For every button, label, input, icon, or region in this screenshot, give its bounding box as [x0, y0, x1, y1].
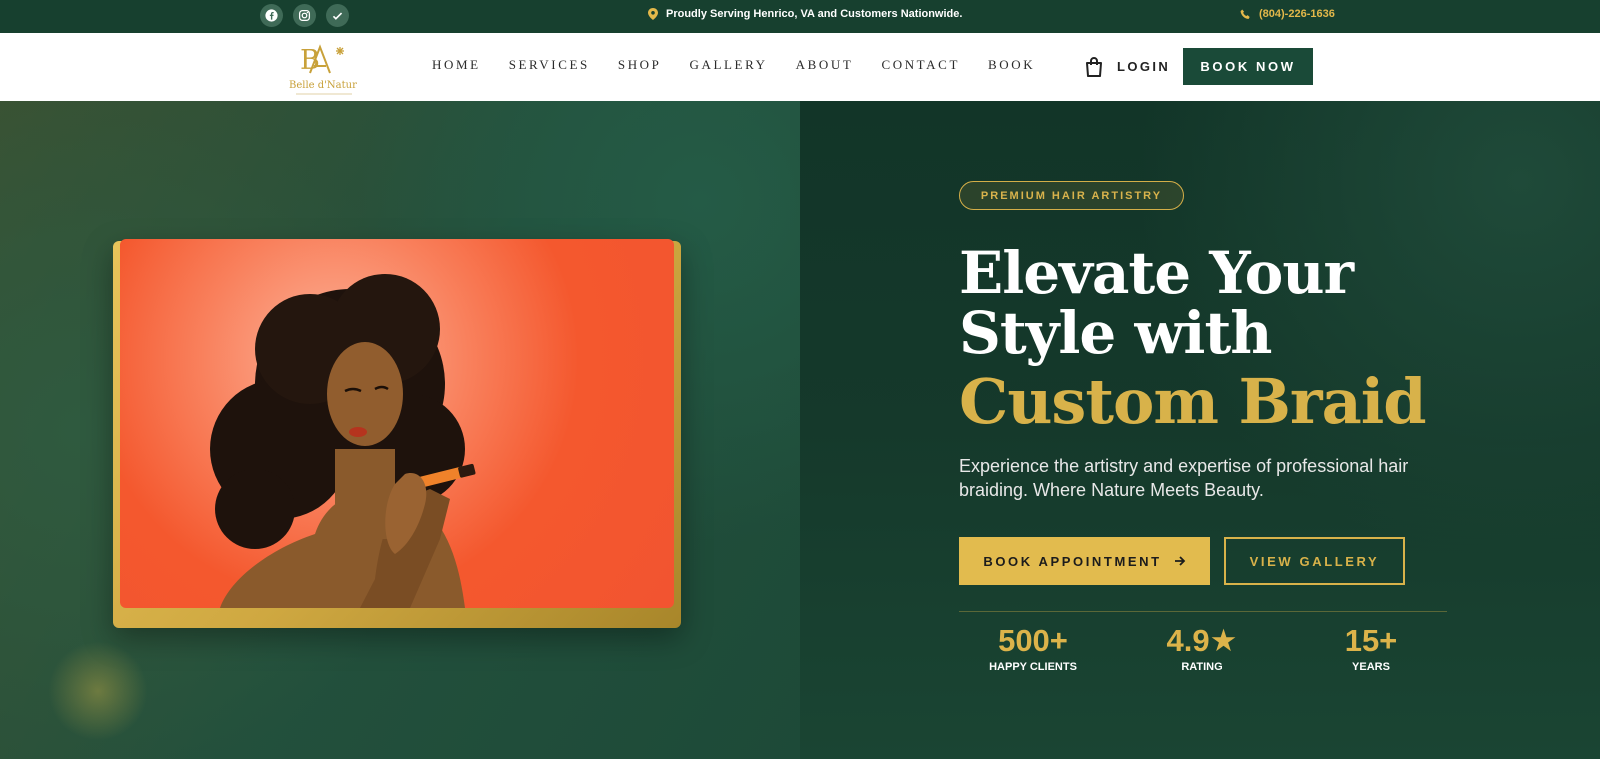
nav-book[interactable]: BOOK — [988, 57, 1035, 73]
shopping-bag-icon[interactable] — [1083, 56, 1105, 78]
main-navigation: B Belle d'Natur HOME SERVICES SHOP GALLE… — [0, 33, 1600, 101]
stat-label: HAPPY CLIENTS — [989, 661, 1077, 673]
booking-link-icon[interactable] — [326, 4, 349, 27]
stat-happy-clients: 500+ HAPPY CLIENTS — [973, 623, 1093, 673]
login-link[interactable]: LOGIN — [1117, 59, 1170, 74]
stat-years: 15+ YEARS — [1311, 623, 1431, 673]
hero-section: PREMIUM HAIR ARTISTRY Elevate Your Style… — [0, 101, 1600, 759]
location-info: Proudly Serving Henrico, VA and Customer… — [648, 8, 962, 20]
stat-value: 4.9★ — [1166, 623, 1238, 658]
facebook-icon[interactable] — [260, 4, 283, 27]
stat-rating: 4.9★ RATING — [1142, 623, 1262, 673]
map-pin-icon — [648, 8, 658, 20]
book-appointment-button[interactable]: BOOK APPOINTMENT — [959, 537, 1210, 585]
stat-label: YEARS — [1352, 661, 1390, 673]
nav-shop[interactable]: SHOP — [618, 57, 662, 73]
phone-text[interactable]: (804)-226-1636 — [1259, 8, 1335, 20]
book-now-button[interactable]: BOOK NOW — [1183, 48, 1313, 85]
phone-icon — [1240, 9, 1250, 19]
nav-gallery[interactable]: GALLERY — [690, 57, 768, 73]
headline-line-1: Elevate Your — [959, 239, 1354, 307]
instagram-icon[interactable] — [293, 4, 316, 27]
premium-badge: PREMIUM HAIR ARTISTRY — [959, 181, 1184, 210]
logo-text: Belle d'Natur — [289, 80, 357, 91]
stats-divider — [959, 611, 1447, 612]
nav-about[interactable]: ABOUT — [796, 57, 854, 73]
nav-home[interactable]: HOME — [432, 57, 481, 73]
arrow-right-icon — [1174, 556, 1185, 566]
top-bar: Proudly Serving Henrico, VA and Customer… — [0, 0, 1600, 33]
headline-line-2: Style with — [959, 299, 1272, 367]
nav-contact[interactable]: CONTACT — [881, 57, 960, 73]
view-gallery-button[interactable]: VIEW GALLERY — [1224, 537, 1405, 585]
stat-value: 500+ — [998, 623, 1068, 658]
book-appointment-label: BOOK APPOINTMENT — [983, 553, 1162, 569]
hero-description: Experience the artistry and expertise of… — [959, 456, 1409, 500]
hero-photo — [120, 239, 674, 608]
nav-links: HOME SERVICES SHOP GALLERY ABOUT CONTACT… — [432, 57, 1035, 73]
nav-services[interactable]: SERVICES — [509, 57, 590, 73]
brand-logo[interactable]: B Belle d'Natur — [288, 39, 360, 95]
decorative-glow — [48, 641, 148, 741]
stat-label: RATING — [1181, 661, 1223, 673]
location-text: Proudly Serving Henrico, VA and Customer… — [666, 8, 963, 20]
phone-info[interactable]: (804)-226-1636 — [1240, 8, 1335, 20]
stat-value: 15+ — [1344, 623, 1398, 658]
headline-line-3: Custom Braid Gal — [959, 365, 1447, 438]
